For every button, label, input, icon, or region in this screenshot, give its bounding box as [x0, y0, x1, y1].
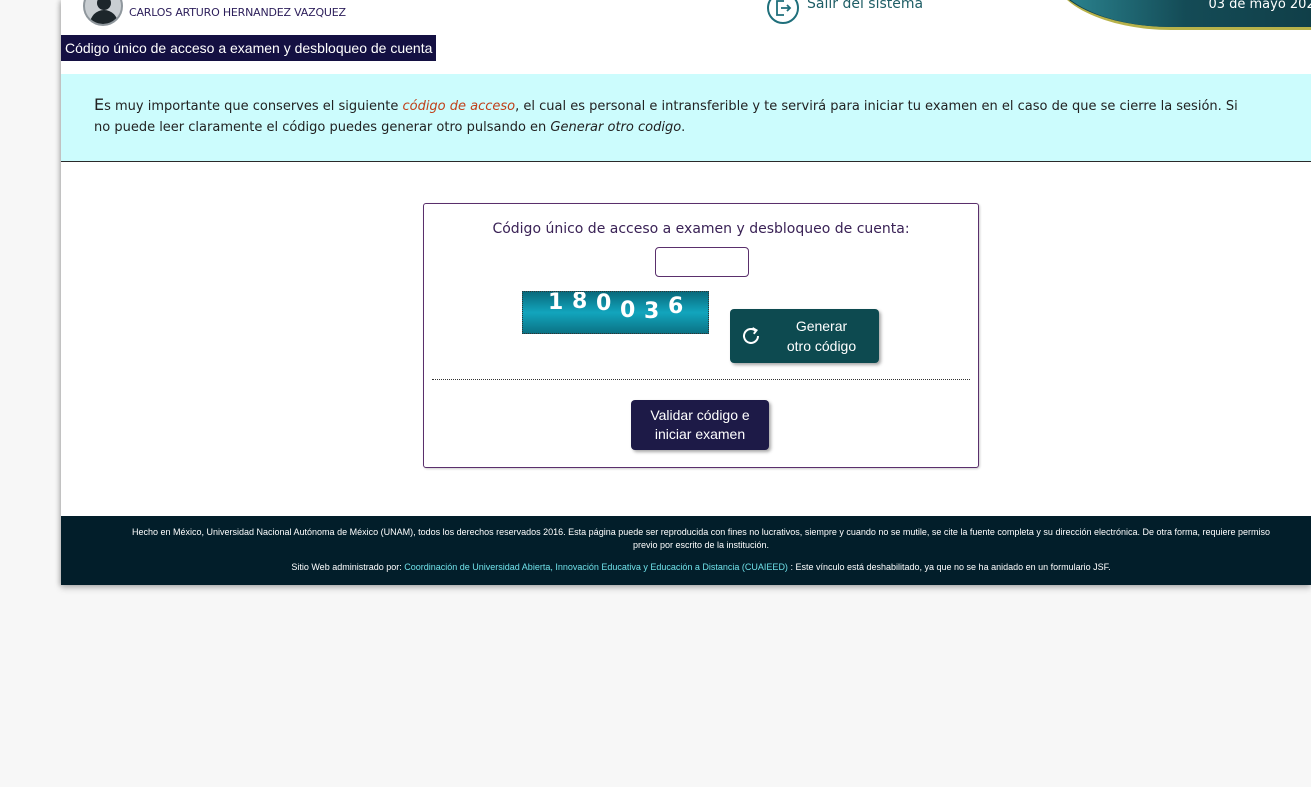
user-block: CARLOS ARTURO HERNANDEZ VAZQUEZ	[83, 0, 346, 26]
info-generate-reference: Generar otro codigo	[550, 120, 682, 135]
footer-admin: Sitio Web administrado por: Coordinación…	[121, 561, 1281, 574]
info-text-part3: .	[681, 120, 686, 135]
date-banner: 03 de mayo 2022	[1051, 0, 1311, 30]
access-code-label: Código único de acceso a examen y desblo…	[492, 221, 910, 237]
logout-label: Salir del sistema	[807, 0, 924, 12]
captcha-char: 3	[644, 299, 660, 324]
validate-line1: Validar código e	[650, 407, 750, 423]
captcha-char: 6	[668, 294, 684, 319]
access-code-input[interactable]	[655, 247, 749, 277]
footer: Hecho en México, Universidad Nacional Au…	[61, 516, 1311, 585]
captcha-char: 0	[620, 298, 636, 323]
avatar	[83, 0, 123, 26]
generate-code-label: Generar otro código	[768, 316, 879, 356]
page-container: CARLOS ARTURO HERNANDEZ VAZQUEZ Salir de…	[61, 0, 1311, 585]
footer-admin-suffix: : Este vínculo está deshabilitado, ya qu…	[787, 562, 1111, 572]
captcha-char: 0	[596, 291, 612, 316]
info-band: Es muy importante que conserves el sigui…	[61, 74, 1311, 162]
refresh-icon	[734, 324, 768, 348]
captcha-image: 1 8 0 0 3 6	[522, 291, 709, 334]
section-title: Código único de acceso a examen y desblo…	[61, 35, 437, 61]
info-text-part1: s muy importante que conserves el siguie…	[104, 99, 403, 114]
generate-line1: Generar	[795, 318, 848, 334]
generate-code-button[interactable]: Generar otro código	[730, 309, 879, 363]
validate-label: Validar código e iniciar examen	[650, 406, 749, 444]
info-first-letter: E	[94, 95, 105, 114]
access-code-card: Código único de acceso a examen y desblo…	[423, 203, 979, 468]
generate-line2: otro código	[786, 338, 857, 354]
user-name: CARLOS ARTURO HERNANDEZ VAZQUEZ	[129, 5, 346, 19]
info-highlight: código de acceso	[402, 99, 516, 114]
footer-admin-prefix: Sitio Web administrado por:	[291, 562, 405, 572]
card-divider	[432, 379, 970, 380]
footer-copyright: Hecho en México, Universidad Nacional Au…	[131, 527, 1271, 550]
validate-line2: iniciar examen	[654, 426, 746, 442]
captcha-char: 8	[572, 291, 588, 314]
captcha-char: 1	[548, 291, 564, 315]
logout-link[interactable]: Salir del sistema	[767, 0, 923, 24]
logout-icon	[767, 0, 799, 24]
date-text: 03 de mayo 2022	[1208, 0, 1311, 12]
footer-admin-link[interactable]: Coordinación de Universidad Abierta, Inn…	[404, 562, 788, 572]
validate-start-exam-button[interactable]: Validar código e iniciar examen	[631, 400, 769, 450]
